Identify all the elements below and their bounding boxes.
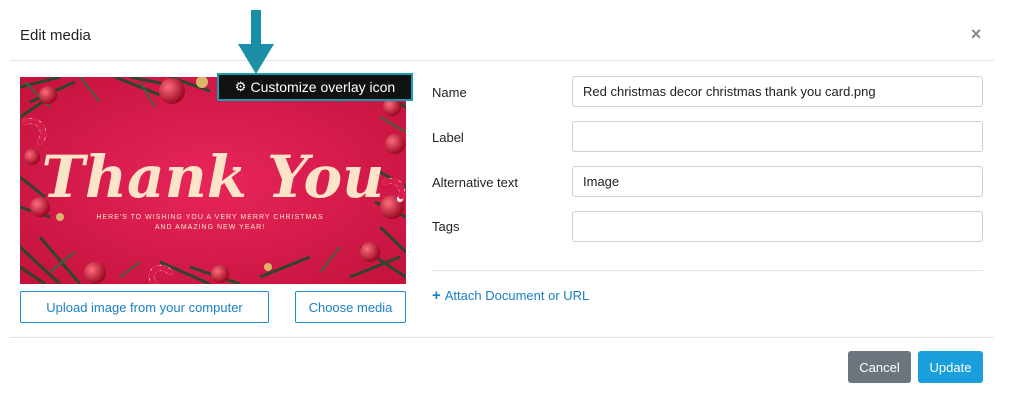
label-label: Label xyxy=(432,130,464,145)
christmas-card-image: Thank You HERE'S TO WISHING YOU A VERY M… xyxy=(20,77,406,284)
close-icon[interactable]: × xyxy=(968,25,984,43)
arrow-down-icon xyxy=(238,10,274,74)
plus-icon: + xyxy=(432,287,441,304)
gear-icon: ⚙ xyxy=(234,79,247,94)
customize-overlay-icon-button[interactable]: ⚙ Customize overlay icon xyxy=(217,73,413,101)
card-subline-2: AND AMAZING NEW YEAR! xyxy=(155,224,265,231)
card-subline-1: HERE'S TO WISHING YOU A VERY MERRY CHRIS… xyxy=(96,214,323,221)
alt-text-label: Alternative text xyxy=(432,175,518,190)
alt-text-field[interactable]: Image xyxy=(572,166,983,197)
dialog-title: Edit media xyxy=(20,27,91,44)
name-field[interactable]: Red christmas decor christmas thank you … xyxy=(572,76,983,107)
card-heading: Thank You xyxy=(42,143,385,211)
label-field[interactable] xyxy=(572,121,983,152)
name-label: Name xyxy=(432,85,467,100)
attach-link-label: Attach Document or URL xyxy=(444,288,590,303)
header-divider xyxy=(10,60,994,61)
attach-document-link[interactable]: + Attach Document or URL xyxy=(432,287,589,304)
tags-label: Tags xyxy=(432,219,460,234)
choose-media-button[interactable]: Choose media xyxy=(295,291,406,323)
footer-divider xyxy=(10,337,994,338)
update-button[interactable]: Update xyxy=(918,351,983,383)
upload-image-button[interactable]: Upload image from your computer xyxy=(20,291,269,323)
form-divider xyxy=(432,270,983,271)
image-preview: Thank You HERE'S TO WISHING YOU A VERY M… xyxy=(20,77,406,284)
customize-overlay-label: Customize overlay icon xyxy=(250,79,396,95)
tags-field[interactable] xyxy=(572,211,983,242)
cancel-button[interactable]: Cancel xyxy=(848,351,911,383)
